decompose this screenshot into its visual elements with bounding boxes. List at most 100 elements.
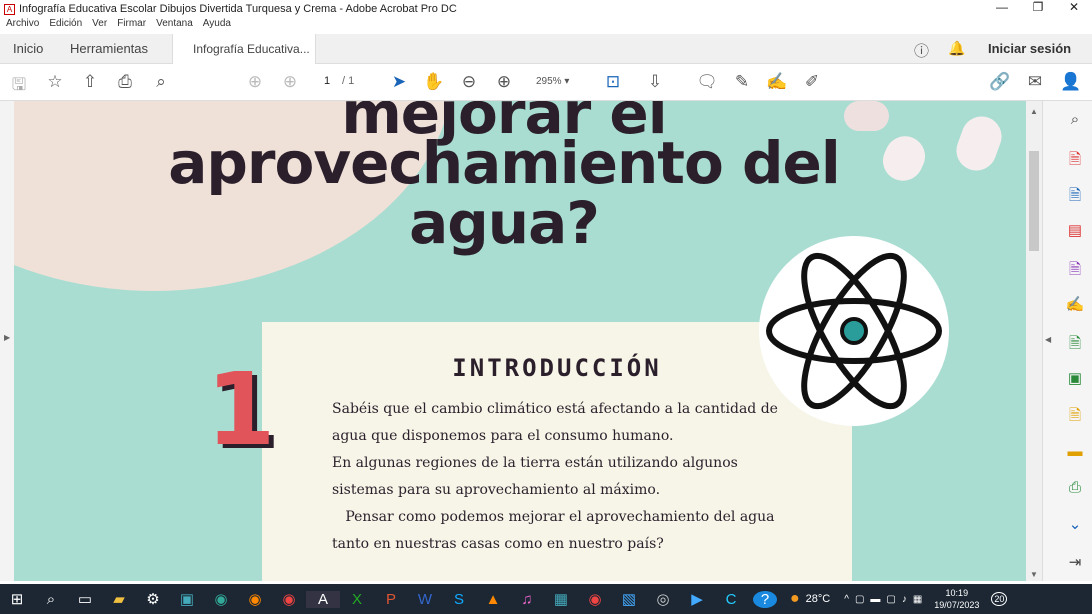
comment-icon[interactable]: 🗨 (696, 72, 718, 92)
app-icon-4[interactable]: ▶ (680, 590, 714, 608)
highlight-icon[interactable]: ✎ (731, 72, 753, 92)
more-tools-icon[interactable]: ⌄ (1065, 515, 1085, 533)
scrollbar-thumb[interactable] (1029, 151, 1039, 251)
zoom-in-icon[interactable]: ⊕ (493, 72, 515, 92)
skype-icon[interactable]: S (442, 591, 476, 608)
tab-document-label: Infografía Educativa... (193, 42, 310, 56)
help-app-icon[interactable]: ? (753, 590, 777, 608)
sign-icon[interactable]: ✍ (766, 72, 788, 92)
add-user-icon[interactable]: 👤 (1060, 72, 1082, 92)
weather-temp[interactable]: 28°C (806, 593, 831, 605)
upload-cloud-icon[interactable]: ⇧ (79, 72, 101, 92)
word-icon[interactable]: W (408, 591, 442, 608)
hand-icon[interactable]: ✋ (423, 72, 445, 92)
acrobat-logo-icon: A (4, 3, 15, 15)
left-panel-toggle[interactable]: ▶ (0, 101, 14, 581)
bell-icon[interactable]: 🔔 (948, 40, 965, 57)
tab-document[interactable]: Infografía Educativa... × (172, 34, 316, 86)
firefox-icon[interactable]: ◉ (238, 590, 272, 608)
zoom-out-icon[interactable]: ⊖ (458, 72, 480, 92)
task-view-icon[interactable]: ▭ (68, 590, 102, 608)
organize-pages-icon[interactable]: ▤ (1065, 221, 1085, 239)
edge-icon[interactable]: ◉ (204, 590, 238, 608)
window-title: Infografía Educativa Escolar Dibujos Div… (19, 3, 457, 15)
collapse-panel-icon[interactable]: ◀ (1045, 335, 1051, 344)
fill-sign-icon[interactable]: ✍ (1065, 295, 1085, 313)
search-icon[interactable]: ⌕ (150, 72, 172, 92)
app-icon-3[interactable]: ◎ (646, 590, 680, 608)
right-tools-panel: ◀ ⌕ 🗎 🗎 ▤ 🗎 ✍ 🗎 ▣ 🗎 ▬ ⎙ ⌄ ⇥ (1042, 101, 1092, 581)
tab-inicio[interactable]: Inicio (13, 34, 43, 64)
export-pdf-icon[interactable]: 🗎 (1065, 185, 1085, 210)
page-number-input[interactable]: 1 (324, 75, 330, 87)
protect-icon[interactable]: 🗎 (1065, 405, 1085, 430)
notifications-badge[interactable]: 20 (991, 592, 1008, 606)
title-bar: A Infografía Educativa Escolar Dibujos D… (0, 0, 1092, 18)
edit-pdf-tool-icon[interactable]: 🗎 (1065, 259, 1085, 284)
star-icon[interactable]: ☆ (44, 72, 66, 92)
zoom-select[interactable]: 295% ▾ (536, 76, 569, 87)
photos-icon[interactable]: ▧ (612, 590, 646, 608)
system-tray-icons[interactable]: ^▢▬▢♪▦ (844, 594, 928, 605)
next-page-icon[interactable]: ⊕ (279, 72, 301, 92)
chrome-icon-2[interactable]: ◉ (578, 590, 612, 608)
settings-icon[interactable]: ⚙ (136, 590, 170, 608)
prev-page-icon[interactable]: ⊕ (244, 72, 266, 92)
menu-edicion[interactable]: Edición (49, 18, 82, 34)
time: 10:19 (945, 588, 969, 598)
maximize-button[interactable]: ❐ (1020, 0, 1056, 14)
taskbar: ⊞ ⌕ ▭ ▰ ⚙ ▣ ◉ ◉ ◉ A X P W S ▲ ♫ ▦ ◉ ▧ ◎ … (0, 584, 1092, 614)
compare-icon[interactable]: ▣ (1065, 369, 1085, 387)
app-icon-2[interactable]: ▦ (544, 590, 578, 608)
zoom-tool-icon[interactable]: ⌕ (1065, 111, 1085, 128)
intro-text: Sabéis que el cambio climático está afec… (332, 396, 802, 558)
start-icon[interactable]: ⊞ (0, 590, 34, 608)
vertical-scrollbar[interactable]: ▲ ▼ (1026, 101, 1042, 581)
select-cursor-icon[interactable]: ➤ (388, 72, 410, 92)
minimize-button[interactable]: — (984, 0, 1020, 14)
help-icon[interactable]: ⓘ (914, 40, 929, 61)
menu-ver[interactable]: Ver (92, 18, 107, 34)
email-icon[interactable]: ✉ (1024, 72, 1046, 92)
app-icon[interactable]: ▣ (170, 590, 204, 608)
weather-icon: ● (790, 590, 800, 607)
section-number: 1 (206, 351, 276, 468)
search-taskbar-icon[interactable]: ⌕ (34, 591, 68, 608)
tab-bar: Inicio Herramientas Infografía Educativa… (0, 34, 1092, 86)
menu-archivo[interactable]: Archivo (6, 18, 39, 34)
acrobat-taskbar-icon[interactable]: A (306, 590, 340, 608)
toolbar: 🖫 ☆ ⇧ ⎙ ⌕ ⊕ ⊕ 1 / 1 ➤ ✋ ⊖ ⊕ 295% ▾ ⊡ ⇩ 🗨… (0, 64, 1092, 101)
itunes-icon[interactable]: ♫ (510, 591, 544, 608)
page-total: / 1 (342, 75, 355, 87)
send-review-icon[interactable]: 🗎 (1065, 333, 1085, 358)
chrome-icon[interactable]: ◉ (272, 590, 306, 608)
comment-tool-icon[interactable]: ▬ (1065, 443, 1085, 460)
file-explorer-icon[interactable]: ▰ (102, 590, 136, 608)
vlc-icon[interactable]: ▲ (476, 591, 510, 608)
zoom-value: 295% (536, 76, 562, 87)
paragraph-3: Pensar como podemos mejorar el aprovecha… (332, 509, 775, 552)
menu-ayuda[interactable]: Ayuda (203, 18, 231, 34)
excel-icon[interactable]: X (340, 591, 374, 608)
edit-pdf-icon[interactable]: ✐ (801, 72, 823, 92)
save-icon[interactable]: 🖫 (8, 72, 30, 101)
signin-button[interactable]: Iniciar sesión (988, 41, 1071, 56)
create-pdf-icon[interactable]: 🗎 (1065, 149, 1085, 174)
share-link-icon[interactable]: 🔗 (989, 72, 1011, 92)
menu-ventana[interactable]: Ventana (156, 18, 193, 34)
title-line-2: aprovechamiento del (168, 129, 841, 197)
app-icon-5[interactable]: C (714, 591, 748, 608)
expand-panel-icon[interactable]: ⇥ (1065, 553, 1085, 571)
fit-page-icon[interactable]: ⊡ (602, 72, 624, 92)
paragraph-2: En algunas regiones de la tierra están u… (332, 455, 738, 498)
close-button[interactable]: ✕ (1056, 0, 1092, 14)
powerpoint-icon[interactable]: P (374, 591, 408, 608)
print-icon[interactable]: ⎙ (114, 72, 136, 92)
scan-icon[interactable]: ⎙ (1065, 479, 1085, 496)
menu-bar: Archivo Edición Ver Firmar Ventana Ayuda (0, 18, 235, 34)
tab-herramientas[interactable]: Herramientas (70, 34, 148, 64)
scroll-mode-icon[interactable]: ⇩ (644, 72, 666, 92)
menu-firmar[interactable]: Firmar (117, 18, 146, 34)
clock[interactable]: 10:19 19/07/2023 (934, 587, 979, 611)
paragraph-1: Sabéis que el cambio climático está afec… (332, 401, 778, 444)
